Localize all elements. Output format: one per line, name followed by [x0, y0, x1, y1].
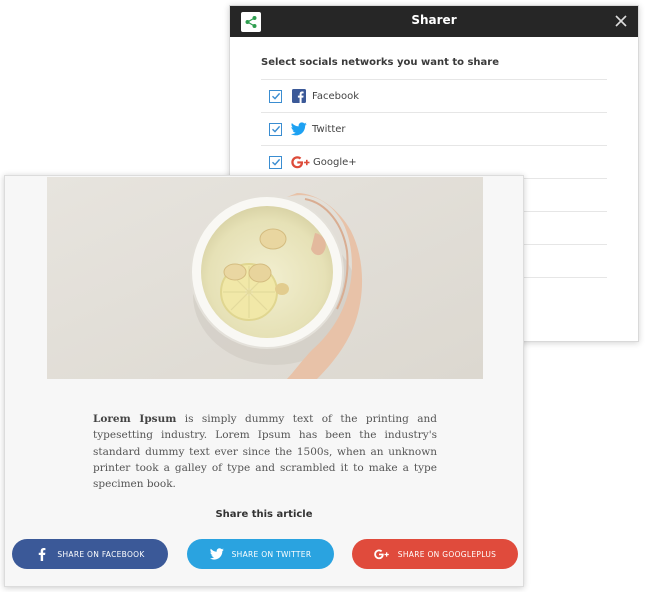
dialog-header: Sharer — [230, 6, 638, 37]
article-image — [47, 177, 483, 379]
share-googleplus-label: SHARE ON GOOGLEPLUS — [397, 549, 497, 559]
google-plus-icon — [291, 154, 311, 170]
article-text: Lorem Ipsum is simply dummy text of the … — [93, 411, 437, 492]
twitter-icon — [291, 121, 307, 137]
tea-cup-illustration — [47, 177, 483, 379]
share-facebook-button[interactable]: SHARE ON FACEBOOK — [12, 539, 168, 569]
dialog-title: Sharer — [411, 13, 457, 27]
network-label: Twitter — [312, 123, 346, 135]
twitter-icon — [209, 547, 224, 561]
network-row-facebook[interactable]: Facebook — [261, 80, 607, 113]
googleplus-checkbox[interactable] — [269, 155, 282, 169]
facebook-icon — [291, 88, 307, 104]
network-label: Facebook — [312, 90, 359, 102]
share-twitter-button[interactable]: SHARE ON TWITTER — [187, 539, 334, 569]
share-facebook-label: SHARE ON FACEBOOK — [57, 549, 145, 559]
share-twitter-label: SHARE ON TWITTER — [231, 549, 312, 559]
twitter-checkbox[interactable] — [269, 122, 282, 136]
article-lead: Lorem Ipsum — [93, 413, 177, 425]
close-icon[interactable] — [612, 12, 630, 30]
dialog-instruction: Select socials networks you want to shar… — [261, 57, 607, 80]
facebook-checkbox[interactable] — [269, 89, 282, 103]
share-title: Share this article — [215, 509, 313, 520]
network-row-twitter[interactable]: Twitter — [261, 113, 607, 146]
facebook-icon — [35, 547, 49, 561]
article-card: Lorem Ipsum is simply dummy text of the … — [4, 175, 524, 587]
network-label: Google+ — [313, 156, 357, 168]
share-googleplus-button[interactable]: SHARE ON GOOGLEPLUS — [352, 539, 518, 569]
google-plus-icon — [374, 547, 390, 561]
